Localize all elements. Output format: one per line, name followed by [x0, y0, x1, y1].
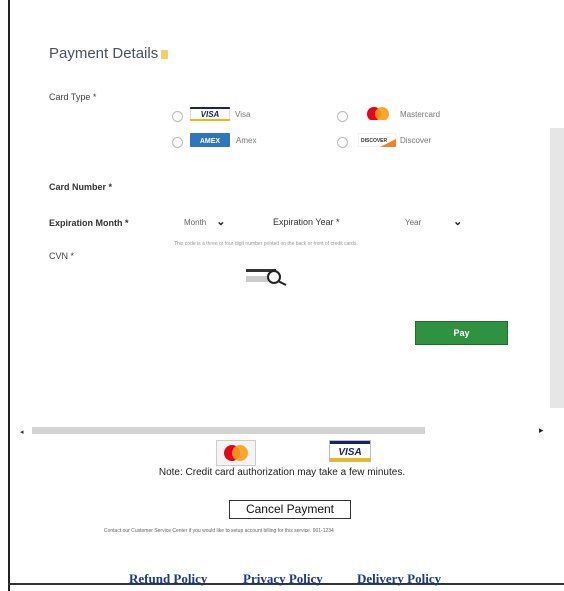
card-type-label: Card Type *: [49, 92, 97, 102]
delivery-policy-link[interactable]: Delivery Policy: [357, 571, 441, 587]
expiration-year-value: Year: [405, 218, 422, 227]
card-type-amex-radio[interactable]: [172, 137, 183, 148]
lock-icon: [161, 50, 169, 59]
discover-card-logo-text: DISCOVER: [361, 138, 388, 144]
card-type-discover-label: Discover: [400, 136, 432, 145]
cancel-payment-button[interactable]: Cancel Payment: [229, 500, 351, 519]
discover-card-icon: DISCOVER: [358, 133, 396, 147]
cvn-hint-text: This code is a three or four digit numbe…: [174, 241, 358, 247]
expiration-month-value: Month: [184, 218, 207, 227]
horizontal-scrollbar[interactable]: ◂ ▸: [10, 425, 550, 437]
contact-info-text: Contact our Customer Service Center if y…: [104, 528, 334, 534]
expiration-month-label: Expiration Month *: [49, 218, 129, 228]
visa-card-icon: VISA: [190, 107, 230, 121]
card-type-discover-radio[interactable]: [337, 137, 348, 148]
chevron-down-icon: ⌄: [453, 216, 463, 228]
expiration-month-select[interactable]: Month ⌄: [184, 215, 225, 228]
cvn-help-magnifier-icon[interactable]: [246, 266, 296, 286]
privacy-policy-link[interactable]: Privacy Policy: [243, 571, 323, 587]
vertical-scrollbar[interactable]: [550, 128, 564, 408]
mastercard-logo: [216, 440, 256, 466]
payment-form-panel: Payment Details Card Type * VISA Visa Ma…: [10, 0, 550, 425]
cvn-label: CVN *: [49, 251, 75, 261]
amex-card-logo-text: AMEX: [200, 138, 221, 145]
expiration-year-label: Expiration Year *: [273, 217, 340, 227]
mastercard-icon: [367, 107, 389, 120]
card-number-label: Card Number *: [49, 182, 113, 192]
authorization-note: Note: Credit card authorization may take…: [158, 467, 406, 478]
chevron-down-icon: ⌄: [216, 216, 226, 228]
page-title-text: Payment Details: [49, 45, 159, 62]
visa-logo: VISA: [329, 440, 371, 462]
page-title: Payment Details: [49, 45, 169, 62]
amex-card-icon: AMEX: [190, 133, 230, 147]
card-type-mastercard-label: Mastercard: [400, 110, 441, 119]
refund-policy-link[interactable]: Refund Policy: [129, 571, 207, 587]
card-type-visa-label: Visa: [235, 110, 251, 119]
scroll-left-arrow-icon[interactable]: ◂: [20, 428, 24, 436]
scroll-right-arrow-icon[interactable]: ▸: [539, 425, 544, 436]
card-type-visa-radio[interactable]: [172, 111, 183, 122]
scrollbar-thumb[interactable]: [32, 427, 425, 434]
card-type-mastercard-radio[interactable]: [337, 111, 348, 122]
visa-card-logo-text: VISA: [201, 110, 220, 119]
card-type-amex-label: Amex: [236, 136, 257, 145]
pay-button[interactable]: Pay: [415, 321, 508, 345]
visa-logo-text: VISA: [338, 447, 361, 458]
expiration-year-select[interactable]: Year ⌄: [405, 215, 462, 228]
